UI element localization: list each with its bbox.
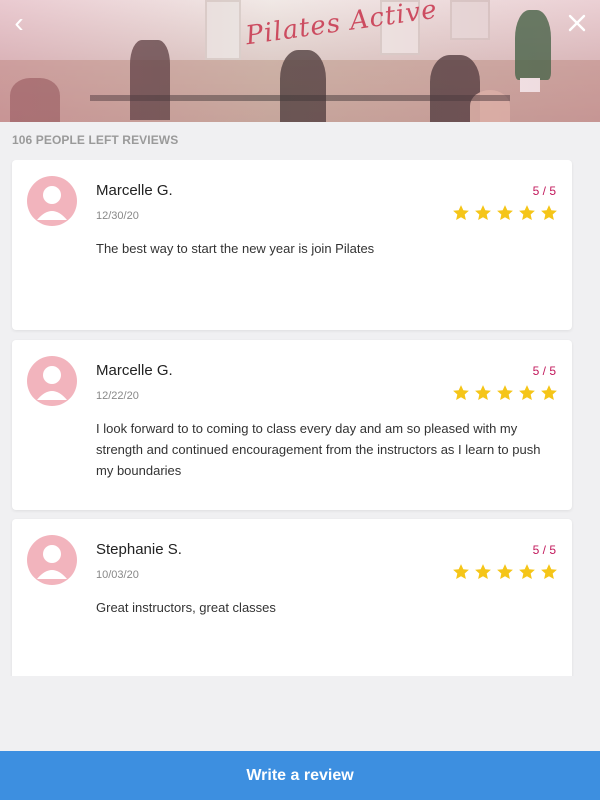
review-score: 5 / 5 [532, 364, 556, 378]
star-icon [497, 564, 513, 579]
reviewer-name: Marcelle G. [96, 182, 173, 199]
review-text: Great instructors, great classes [96, 600, 276, 615]
review-text: I look forward to to coming to class eve… [96, 421, 541, 478]
star-icon [519, 205, 535, 220]
review-score: 5 / 5 [532, 543, 556, 557]
review-card: Stephanie S. 10/03/20 5 / 5 Great instru… [12, 519, 572, 676]
review-text: The best way to start the new year is jo… [96, 241, 375, 256]
avatar-icon [27, 176, 77, 226]
star-icon [519, 385, 535, 400]
close-icon [568, 14, 586, 32]
write-review-button[interactable]: Write a review [0, 751, 600, 800]
back-button[interactable]: ‹ [6, 7, 32, 38]
star-icon [475, 385, 491, 400]
review-date: 10/03/20 [96, 569, 139, 581]
avatar-icon [27, 356, 77, 406]
review-card: Marcelle G. 12/30/20 5 / 5 The best way … [12, 160, 572, 330]
avatar-icon [27, 535, 77, 585]
star-icon [475, 205, 491, 220]
review-date: 12/30/20 [96, 210, 139, 222]
star-rating [448, 204, 558, 222]
star-icon [453, 564, 469, 579]
reviews-list[interactable]: Marcelle G. 12/30/20 5 / 5 The best way … [0, 160, 600, 676]
star-icon [541, 564, 557, 579]
review-card: Marcelle G. 12/22/20 5 / 5 I look forwar… [12, 340, 572, 510]
star-icon [497, 205, 513, 220]
star-icon [541, 385, 557, 400]
reviews-count: 106 PEOPLE LEFT REVIEWS [12, 133, 179, 147]
star-icon [453, 205, 469, 220]
review-score: 5 / 5 [532, 184, 556, 198]
reviewer-name: Stephanie S. [96, 541, 182, 558]
review-date: 12/22/20 [96, 390, 139, 402]
reviewer-name: Marcelle G. [96, 362, 173, 379]
star-rating [448, 384, 558, 402]
close-button[interactable] [562, 8, 592, 38]
star-icon [453, 385, 469, 400]
chevron-left-icon: ‹ [14, 7, 24, 38]
star-icon [475, 564, 491, 579]
star-icon [541, 205, 557, 220]
star-icon [497, 385, 513, 400]
star-icon [519, 564, 535, 579]
header-photo: Pilates Active [0, 0, 600, 122]
star-rating [448, 563, 558, 581]
